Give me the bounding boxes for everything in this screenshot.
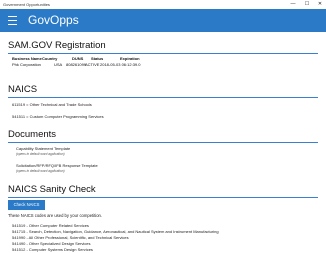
header-expiration: Expiration xyxy=(120,56,140,61)
sam-registration-table: Business Name Country DUNS Status Expira… xyxy=(12,56,312,68)
header-business-name: Business Name xyxy=(12,56,42,61)
check-naics-button[interactable]: Check NAICS xyxy=(8,200,45,210)
list-item: 541512 - Computer Systems Design Service… xyxy=(12,247,93,252)
header-country: Country xyxy=(42,56,58,61)
sam-divider xyxy=(8,53,318,54)
status-cell: ACTIVE xyxy=(85,62,100,67)
sanity-divider xyxy=(8,197,318,198)
list-item: 611519 = Other Technical and Trade Schoo… xyxy=(12,102,92,107)
list-item: 541511 = Custom Computer Programming Ser… xyxy=(12,114,104,119)
minimize-button[interactable]: — xyxy=(287,0,299,9)
naics-divider xyxy=(8,97,318,98)
documents-divider xyxy=(8,142,318,143)
header-duns: DUNS xyxy=(72,56,84,61)
hamburger-menu-icon[interactable] xyxy=(8,16,17,25)
close-button[interactable]: ✕ xyxy=(314,0,326,9)
duns-cell: 808261099 xyxy=(66,62,87,67)
naics-section-title: NAICS xyxy=(8,84,38,95)
capability-statement-link[interactable]: Capability Statement Template xyxy=(16,146,70,151)
expiration-cell: 2018-05-03 06:12:39.0 xyxy=(100,62,141,67)
table-row: Phk Corporation USA 808261099 ACTIVE 201… xyxy=(12,62,312,68)
app-title: GovOpps xyxy=(28,13,79,27)
sanity-description: These NAICS codes are used by your compe… xyxy=(8,213,103,218)
response-template-link[interactable]: Solicitation/RFP/RFQ/IFB Response Templa… xyxy=(16,163,98,168)
country-cell: USA xyxy=(54,62,63,67)
doc-note: (opens in default word application) xyxy=(16,169,65,173)
sanity-section-title: NAICS Sanity Check xyxy=(8,184,96,195)
main-content[interactable]: SAM.GOV Registration Business Name Count… xyxy=(0,32,326,253)
window-titlebar: Government Opportunities — ☐ ✕ xyxy=(0,0,326,9)
window-title: Government Opportunities xyxy=(3,2,50,7)
app-header: GovOpps xyxy=(0,9,326,32)
competitor-naics-list: 541519 - Other Computer Related Services… xyxy=(12,223,219,253)
doc-note: (opens in default word application) xyxy=(16,152,65,156)
documents-section-title: Documents xyxy=(8,129,57,140)
business-name-cell: Phk Corporation xyxy=(12,62,41,67)
sam-section-title: SAM.GOV Registration xyxy=(8,40,106,51)
header-status: Status xyxy=(91,56,104,61)
maximize-button[interactable]: ☐ xyxy=(301,0,313,9)
